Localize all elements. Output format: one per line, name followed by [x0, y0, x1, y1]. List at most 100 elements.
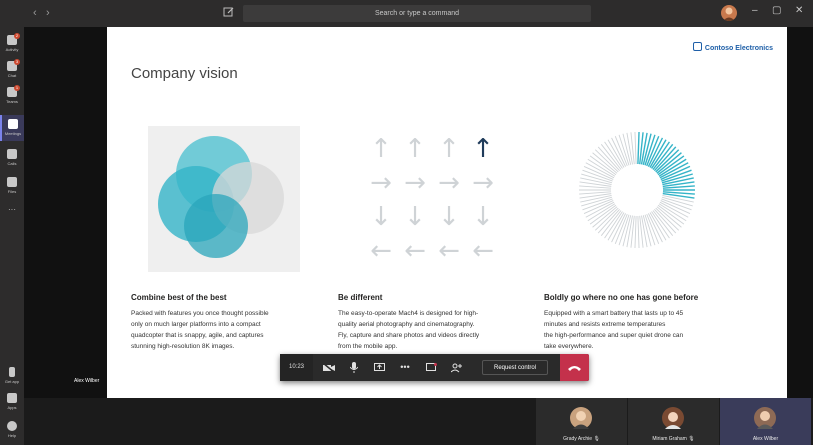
participant-strip: Grady Archie 🎙 Miriam Graham 🎙 Alex Wilb…	[24, 398, 813, 445]
body-line: only on much larger platforms into a com…	[131, 321, 261, 328]
rail-label: Help	[7, 433, 17, 438]
rail-label: Get app	[4, 379, 20, 384]
rail-label: Meetings	[4, 131, 22, 136]
user-avatar[interactable]	[721, 5, 737, 21]
hang-up-button[interactable]	[560, 354, 589, 381]
body-line: quality aerial photography and cinematog…	[338, 321, 475, 328]
participant-name: Grady Archie 🎙	[563, 436, 600, 442]
camera-off-icon[interactable]	[318, 354, 340, 381]
rail-item-teams[interactable]: 1 Teams	[0, 83, 24, 109]
svg-text:←: ←	[472, 236, 494, 263]
rail-item-help[interactable]: Help	[0, 417, 24, 443]
presenter-name: Alex Wilber	[74, 378, 100, 384]
body-line: from the mobile app.	[338, 343, 398, 350]
rail-label: Files	[7, 189, 17, 194]
slide-title: Company vision	[131, 65, 238, 82]
svg-text:↑: ↑	[472, 134, 494, 164]
activity-badge: 2	[14, 33, 20, 39]
column-2-title: Be different	[338, 293, 383, 302]
chat-badge: 3	[14, 59, 20, 65]
help-icon	[7, 421, 17, 431]
brand-name: Contoso Electronics	[704, 45, 773, 52]
svg-text:↑: ↑	[370, 134, 392, 164]
svg-text:→: →	[472, 168, 494, 198]
burst-ray	[579, 181, 612, 187]
avatar	[754, 407, 776, 429]
body-line: minutes and resists extreme temperatures	[544, 321, 666, 328]
search-input[interactable]: Search or type a command	[243, 5, 591, 22]
burst-ray	[579, 193, 612, 199]
minimize-icon[interactable]: –	[752, 5, 758, 16]
svg-text:↑: ↑	[404, 134, 426, 164]
share-screen-icon[interactable]	[368, 354, 390, 381]
title-bar: ‹ › Search or type a command – ▢ ✕	[0, 0, 813, 27]
participant-name: Miriam Graham 🎙	[652, 436, 695, 442]
svg-text:→: →	[404, 168, 426, 198]
body-line: Equipped with a smart battery that lasts…	[544, 310, 684, 317]
microphone-icon[interactable]	[343, 354, 365, 381]
body-line: quadcopter that is snappy, agile, and ca…	[131, 332, 264, 339]
close-icon[interactable]: ✕	[795, 5, 803, 16]
column-3-title: Boldly go where no one has gone before	[544, 293, 699, 302]
back-arrow-icon[interactable]: ‹	[33, 7, 37, 19]
burst-ray	[637, 215, 640, 248]
body-line: stunning high-resolution 8K images.	[131, 343, 235, 350]
rail-item-apps[interactable]: Apps	[0, 389, 24, 415]
calendar-icon	[8, 119, 18, 129]
participant-tile[interactable]: Miriam Graham 🎙	[628, 398, 719, 445]
teams-window: ‹ › Search or type a command – ▢ ✕ 2 Act…	[0, 0, 813, 445]
rail-item-calls[interactable]: Calls	[0, 145, 24, 171]
apps-icon	[7, 393, 17, 403]
svg-text:→: →	[370, 168, 392, 198]
arrows-illustration: ↑ ↑ ↑ ↑ → → → → ↓ ↓ ↓ ↓ ← ← ← ←	[370, 134, 494, 263]
rail-item-files[interactable]: Files	[0, 173, 24, 199]
chat-toggle-icon[interactable]	[420, 354, 442, 381]
avatar	[570, 407, 592, 429]
participant-name: Alex Wilber	[752, 436, 779, 442]
rail-label: Chat	[7, 73, 17, 78]
maximize-icon[interactable]: ▢	[772, 5, 781, 16]
call-control-bar: 10:23 ••• Request control	[280, 354, 589, 381]
rail-label: Activity	[5, 47, 19, 52]
teams-badge: 1	[14, 85, 20, 91]
file-icon	[7, 177, 17, 187]
more-apps-icon[interactable]: ···	[0, 205, 24, 231]
column-3-body: Equipped with a smart battery that lasts…	[544, 308, 734, 352]
compose-icon[interactable]	[223, 6, 237, 20]
shared-slide: Contoso Electronics Company vision ↑ ↑ ↑…	[107, 27, 787, 398]
app-rail: 2 Activity 3 Chat 1 Teams Meetings Calls…	[0, 27, 24, 445]
rail-item-activity[interactable]: 2 Activity	[0, 31, 24, 57]
svg-text:↓: ↓	[370, 202, 392, 232]
rail-item-chat[interactable]: 3 Chat	[0, 57, 24, 83]
brand-icon	[692, 42, 702, 51]
request-control-button[interactable]: Request control	[482, 360, 548, 375]
more-options-icon[interactable]: •••	[394, 354, 416, 381]
column-2-body: The easy-to-operate Mach4 is designed fo…	[338, 308, 528, 352]
svg-text:↓: ↓	[438, 202, 460, 232]
participant-tile-self[interactable]: Alex Wilber	[720, 398, 811, 445]
participant-tile[interactable]: Grady Archie 🎙	[536, 398, 627, 445]
brand-logo: Contoso Electronics	[692, 42, 773, 52]
svg-text:↓: ↓	[472, 202, 494, 232]
svg-text:←: ←	[370, 236, 392, 263]
column-1-title: Combine best of the best	[131, 293, 227, 302]
burst-ray	[579, 191, 612, 195]
forward-arrow-icon[interactable]: ›	[46, 7, 50, 19]
burst-ray	[634, 132, 637, 165]
rail-item-meetings[interactable]: Meetings	[0, 115, 24, 141]
svg-text:↑: ↑	[438, 134, 460, 164]
participants-icon[interactable]	[446, 354, 468, 381]
rail-item-get-app[interactable]: Get app	[0, 363, 24, 389]
svg-text:↓: ↓	[404, 202, 426, 232]
svg-text:→: →	[438, 168, 460, 198]
body-line: The easy-to-operate Mach4 is designed fo…	[338, 310, 479, 317]
body-line: the high-performance and super quiet dro…	[544, 332, 684, 339]
rail-label: Calls	[7, 161, 17, 166]
circles-illustration	[148, 126, 300, 272]
radial-burst-illustration	[579, 132, 695, 248]
burst-ray	[579, 185, 612, 189]
burst-ray	[634, 215, 637, 248]
burst-ray	[637, 132, 640, 165]
meeting-stage: Contoso Electronics Company vision ↑ ↑ ↑…	[24, 27, 813, 398]
rail-label: Apps	[7, 405, 17, 410]
